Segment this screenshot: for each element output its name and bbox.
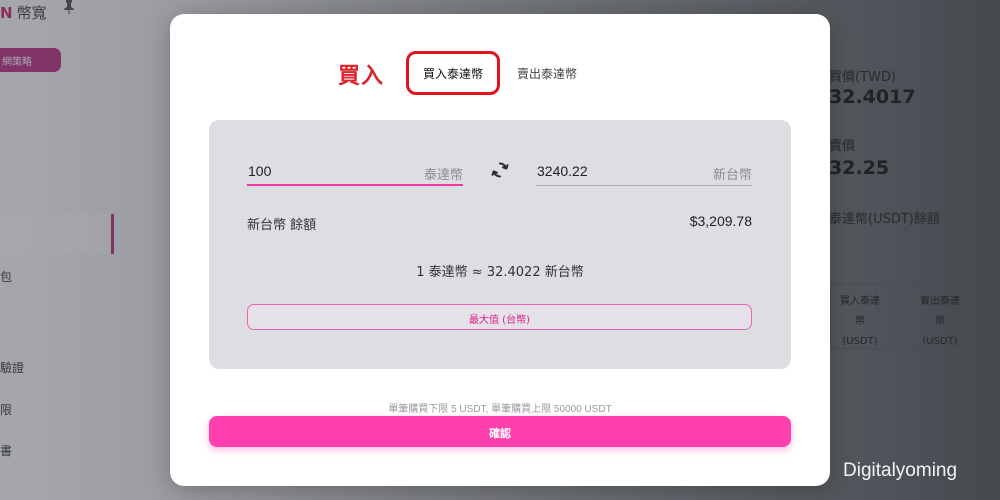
twd-amount-input[interactable]: 3240.22 新台幣 (536, 154, 752, 186)
exchange-rate: 1 泰達幣 ≈ 32.4022 新台幣 (416, 265, 584, 280)
usdt-unit-label: 泰達幣 (423, 168, 463, 183)
purchase-limit-note: 單筆購買下限 5 USDT, 單筆購買上限 50000 USDT (388, 404, 612, 415)
usdt-amount-value: 100 (248, 163, 272, 179)
twd-balance-value: $3,209.78 (689, 213, 752, 229)
confirm-button[interactable]: 確認 (209, 416, 791, 447)
twd-balance-label: 新台幣 餘額 (247, 218, 317, 233)
swap-arrows-icon[interactable] (491, 161, 509, 179)
usdt-amount-input[interactable]: 100 泰達幣 (247, 154, 463, 186)
trade-modal: 買入 買入泰達幣 賣出泰達幣 100 泰達幣 3240.22 新台幣 新台幣 餘… (170, 14, 830, 486)
tab-sell-usdt[interactable]: 賣出泰達幣 (517, 65, 577, 82)
exchange-panel: 100 泰達幣 3240.22 新台幣 新台幣 餘額 $3,209.78 1 泰… (209, 120, 791, 369)
twd-unit-label: 新台幣 (712, 168, 752, 183)
twd-amount-value: 3240.22 (537, 163, 588, 179)
max-twd-button[interactable]: 最大值 (台幣) (247, 304, 752, 330)
annotation-label: 買入 (338, 63, 385, 89)
tab-buy-usdt[interactable]: 買入泰達幣 (423, 65, 483, 82)
watermark: Digitalyoming (843, 460, 958, 481)
